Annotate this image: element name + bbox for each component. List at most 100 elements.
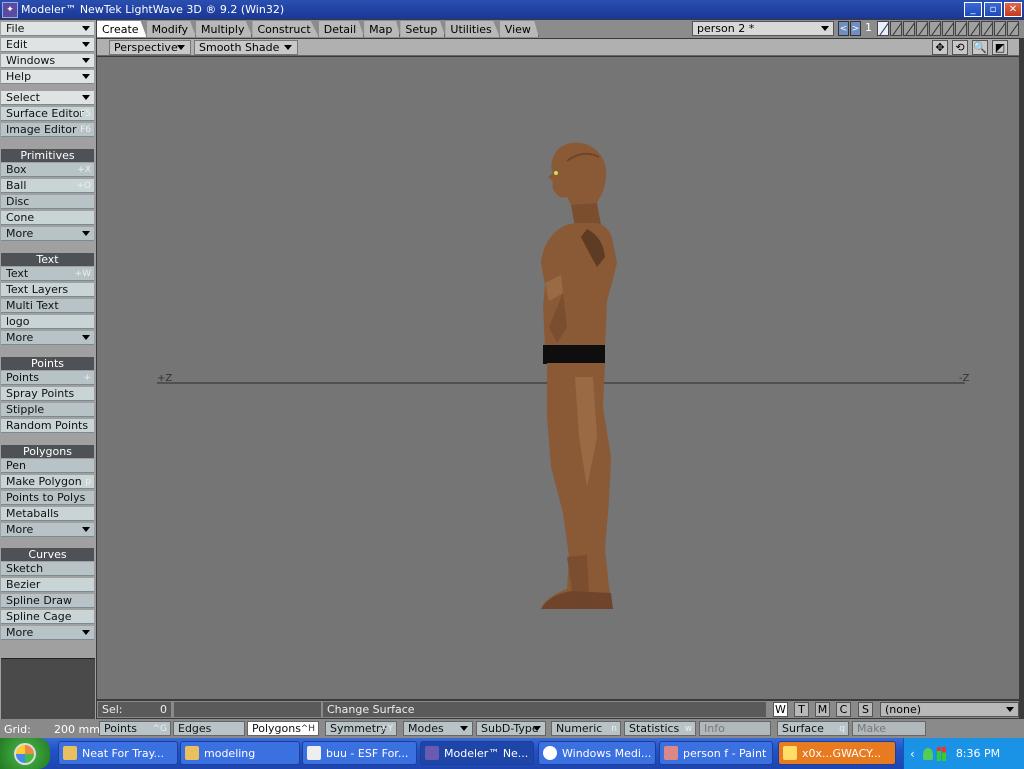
minimize-button[interactable]: _ xyxy=(964,2,982,17)
prev-layer-button[interactable]: < xyxy=(838,21,849,36)
bezier-tool-button[interactable]: Bezier xyxy=(1,578,94,592)
multi-text-button[interactable]: Multi Text xyxy=(1,299,94,313)
surface-editor-button[interactable]: Surface Editor F5 xyxy=(1,107,94,121)
points-mode-button[interactable]: Points ^G xyxy=(99,721,171,736)
tab-modify[interactable]: Modify xyxy=(146,21,197,37)
logo-tool-button[interactable]: logo xyxy=(1,315,94,329)
make-polygon-button[interactable]: Make Polygon p xyxy=(1,475,94,489)
spray-points-button[interactable]: Spray Points xyxy=(1,387,94,401)
object-select[interactable]: person 2 * xyxy=(692,21,834,36)
ball-tool-button[interactable]: Ball +O xyxy=(1,179,94,193)
vertex-map-select[interactable]: (none) xyxy=(880,702,1019,717)
layer-button[interactable] xyxy=(968,21,980,36)
selection-set-toggle[interactable]: S xyxy=(858,702,873,717)
clock[interactable]: 8:36 PM xyxy=(956,747,1000,760)
sketch-tool-button[interactable]: Sketch xyxy=(1,562,94,576)
maximize-button[interactable]: ▫ xyxy=(984,2,1002,17)
shading-select[interactable]: Smooth Shade xyxy=(194,40,298,55)
layer-button[interactable] xyxy=(903,21,915,36)
network-meter-icon[interactable] xyxy=(936,746,941,761)
primitives-more-menu[interactable]: More xyxy=(1,227,94,241)
view-type-select[interactable]: Perspective xyxy=(109,40,191,55)
image-editor-button[interactable]: Image Editor F6 xyxy=(1,123,94,137)
layer-button[interactable] xyxy=(877,21,889,36)
texture-map-toggle[interactable]: T xyxy=(794,702,809,717)
tab-create[interactable]: Create xyxy=(97,21,147,37)
taskbar-item[interactable]: Modeler™ Ne... xyxy=(420,741,534,765)
tab-view[interactable]: View xyxy=(499,21,539,37)
layer-button[interactable] xyxy=(929,21,941,36)
tab-map[interactable]: Map xyxy=(364,21,401,37)
modes-menu[interactable]: Modes xyxy=(403,721,473,736)
start-button[interactable] xyxy=(0,738,50,769)
layer-button[interactable] xyxy=(994,21,1006,36)
chevron-down-icon xyxy=(177,45,185,50)
chevron-down-icon xyxy=(82,58,90,63)
info-button[interactable]: Info xyxy=(699,721,771,736)
spline-cage-button[interactable]: Spline Cage xyxy=(1,610,94,624)
layer-button[interactable] xyxy=(890,21,902,36)
box-tool-button[interactable]: Box +X xyxy=(1,163,94,177)
color-map-toggle[interactable]: C xyxy=(836,702,851,717)
layer-button[interactable] xyxy=(942,21,954,36)
tab-setup[interactable]: Setup xyxy=(400,21,446,37)
windows-menu[interactable]: Windows xyxy=(1,54,94,68)
taskbar-item[interactable]: modeling xyxy=(180,741,300,765)
pan-icon[interactable]: ✥ xyxy=(932,40,948,55)
surface-button[interactable]: Surface q xyxy=(777,721,849,736)
edit-menu[interactable]: Edit xyxy=(1,38,94,52)
statistics-button[interactable]: Statistics w xyxy=(624,721,696,736)
zoom-icon[interactable]: 🔍 xyxy=(972,40,988,55)
points-to-polys-button[interactable]: Points to Polys xyxy=(1,491,94,505)
points-tool-button[interactable]: Points + xyxy=(1,371,94,385)
cone-tool-button[interactable]: Cone xyxy=(1,211,94,225)
section-header-text: Text xyxy=(1,253,94,266)
tab-utilities[interactable]: Utilities xyxy=(445,21,500,37)
tab-multiply[interactable]: Multiply xyxy=(196,21,253,37)
polygons-mode-button[interactable]: Polygons ^H xyxy=(247,721,319,736)
maximize-viewport-icon[interactable]: ◩ xyxy=(992,40,1008,55)
spline-draw-button[interactable]: Spline Draw xyxy=(1,594,94,608)
pen-tool-button[interactable]: Pen xyxy=(1,459,94,473)
symmetry-toggle[interactable]: Symmetry +Y xyxy=(325,721,397,736)
text-tool-button[interactable]: Text +W xyxy=(1,267,94,281)
polygons-more-menu[interactable]: More xyxy=(1,523,94,537)
taskbar-item[interactable]: Neat For Tray... xyxy=(58,741,178,765)
tray-expand-icon[interactable]: ‹ xyxy=(910,747,915,761)
perspective-viewport[interactable]: +Z -Z xyxy=(97,57,1019,699)
stipple-button[interactable]: Stipple xyxy=(1,403,94,417)
disc-tool-button[interactable]: Disc xyxy=(1,195,94,209)
tab-construct[interactable]: Construct xyxy=(252,21,319,37)
layer-button[interactable] xyxy=(1007,21,1019,36)
metaballs-button[interactable]: Metaballs xyxy=(1,507,94,521)
random-points-button[interactable]: Random Points xyxy=(1,419,94,433)
network-meter-icon[interactable] xyxy=(941,746,946,761)
layer-button[interactable] xyxy=(916,21,928,36)
edges-mode-button[interactable]: Edges xyxy=(173,721,245,736)
numeric-button[interactable]: Numeric n xyxy=(551,721,621,736)
subd-type-menu[interactable]: SubD-Type xyxy=(476,721,546,736)
status-empty-field xyxy=(174,702,321,717)
curves-more-menu[interactable]: More xyxy=(1,626,94,640)
close-button[interactable]: ✕ xyxy=(1004,2,1022,17)
taskbar-item[interactable]: person f - Paint xyxy=(659,741,773,765)
help-menu[interactable]: Help xyxy=(1,70,94,84)
text-layers-button[interactable]: Text Layers xyxy=(1,283,94,297)
morph-map-toggle[interactable]: M xyxy=(815,702,830,717)
make-button[interactable]: Make xyxy=(852,721,926,736)
taskbar-item[interactable]: x0x...GWACY... xyxy=(778,741,896,765)
title-bar: ✦ Modeler™ NewTek LightWave 3D ® 9.2 (Wi… xyxy=(0,0,1024,19)
next-layer-button[interactable]: > xyxy=(850,21,861,36)
weight-map-toggle[interactable]: W xyxy=(773,702,788,717)
rotate-icon[interactable]: ⟲ xyxy=(952,40,968,55)
tab-detail[interactable]: Detail xyxy=(318,21,365,37)
layer-button[interactable] xyxy=(981,21,993,36)
messenger-icon[interactable] xyxy=(922,747,933,760)
layer-button[interactable] xyxy=(955,21,967,36)
taskbar-item[interactable]: buu - ESF For... xyxy=(302,741,417,765)
taskbar-item[interactable]: Windows Medi... xyxy=(538,741,656,765)
chevron-down-icon xyxy=(284,45,292,50)
file-menu[interactable]: File xyxy=(1,22,94,36)
text-more-menu[interactable]: More xyxy=(1,331,94,345)
select-menu[interactable]: Select xyxy=(1,91,94,105)
